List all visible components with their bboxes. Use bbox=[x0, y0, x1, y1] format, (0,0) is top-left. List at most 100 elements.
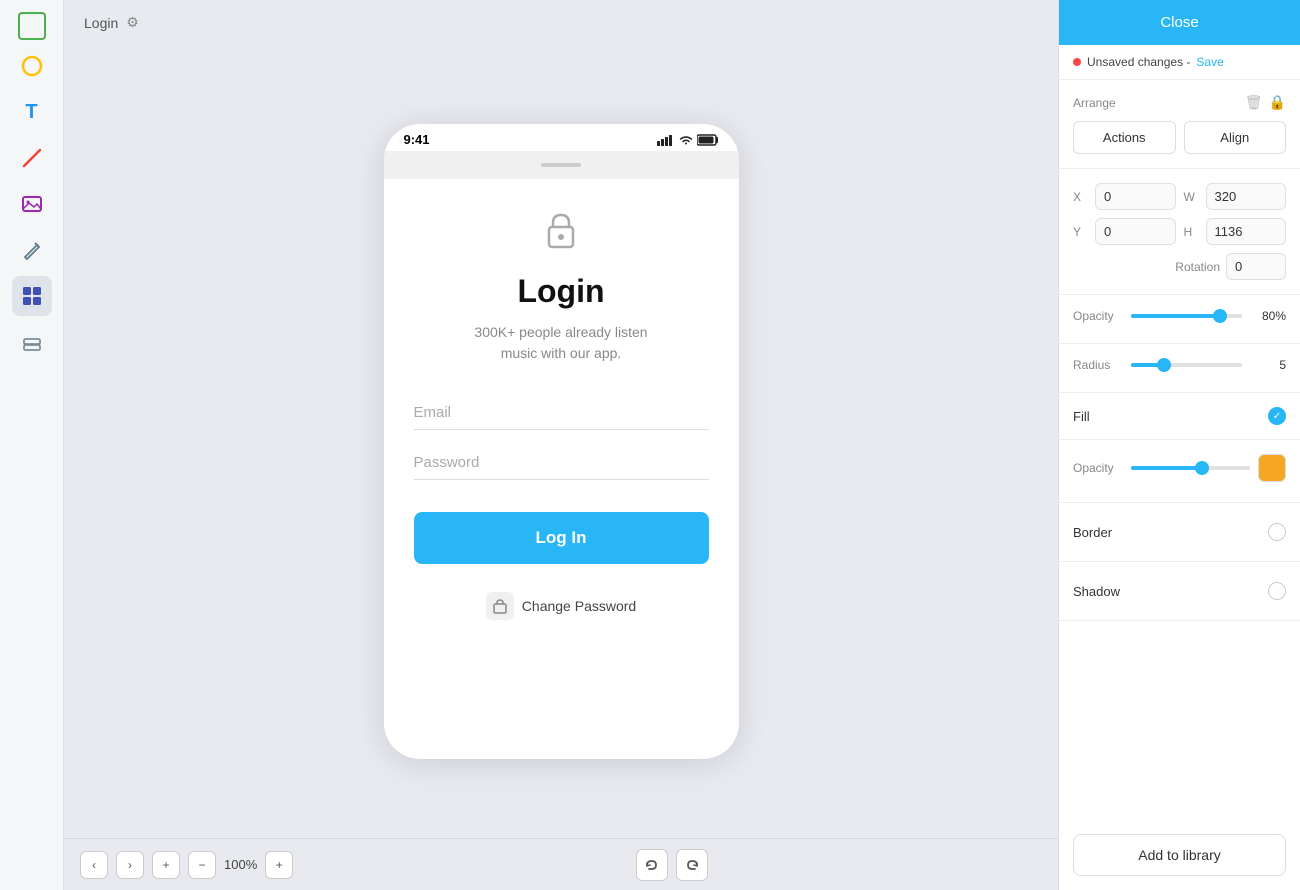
arrange-section: Arrange 🗑 🔒 Actions Align bbox=[1059, 80, 1300, 169]
canvas-title: Login bbox=[84, 15, 118, 31]
phone-status-icons bbox=[657, 134, 719, 146]
actions-button[interactable]: Actions bbox=[1073, 121, 1176, 154]
h-input[interactable] bbox=[1206, 218, 1287, 245]
zoom-value: 100% bbox=[224, 857, 257, 872]
phone-notch bbox=[384, 151, 739, 179]
opacity-slider-fill bbox=[1131, 314, 1220, 318]
change-password-icon bbox=[486, 592, 514, 620]
h-label: H bbox=[1184, 225, 1200, 239]
arrange-label: Arrange 🗑 🔒 bbox=[1073, 94, 1286, 111]
login-subtitle: 300K+ people already listenmusic with ou… bbox=[474, 322, 647, 364]
fill-opacity-slider-thumb[interactable] bbox=[1195, 461, 1209, 475]
line-tool[interactable] bbox=[12, 138, 52, 178]
zoom-display: − 100% + bbox=[188, 851, 293, 879]
fill-toggle[interactable]: ✓ bbox=[1268, 407, 1286, 425]
fill-opacity-row: Opacity bbox=[1073, 454, 1286, 482]
shadow-row: Shadow bbox=[1073, 576, 1286, 606]
w-label: W bbox=[1184, 190, 1200, 204]
border-label: Border bbox=[1073, 525, 1112, 540]
w-input[interactable] bbox=[1206, 183, 1287, 210]
unsaved-indicator bbox=[1073, 58, 1081, 66]
right-panel: Close Unsaved changes - Save Arrange 🗑 🔒… bbox=[1058, 0, 1300, 890]
components-tool[interactable] bbox=[12, 276, 52, 316]
layers-tool[interactable] bbox=[12, 322, 52, 362]
zoom-out-button[interactable]: − bbox=[188, 851, 216, 879]
redo-button[interactable] bbox=[676, 849, 708, 881]
radius-slider-track[interactable] bbox=[1131, 363, 1242, 367]
notch-handle bbox=[541, 163, 581, 167]
w-coord: W bbox=[1184, 183, 1287, 210]
coords-grid: X W Y H bbox=[1073, 183, 1286, 245]
actions-align-row: Actions Align bbox=[1073, 121, 1286, 154]
canvas-content: 9:41 bbox=[64, 45, 1058, 838]
radius-row: Radius 5 bbox=[1073, 358, 1286, 372]
radius-section: Radius 5 bbox=[1059, 344, 1300, 393]
rotation-label: Rotation bbox=[1175, 260, 1220, 274]
unsaved-text: Unsaved changes - bbox=[1087, 55, 1190, 69]
radius-label: Radius bbox=[1073, 358, 1123, 372]
shadow-label: Shadow bbox=[1073, 584, 1120, 599]
fill-opacity-slider-track[interactable] bbox=[1131, 466, 1250, 470]
change-password-row[interactable]: Change Password bbox=[486, 592, 636, 620]
rectangle-tool[interactable] bbox=[18, 12, 46, 40]
phone-status-bar: 9:41 bbox=[384, 124, 739, 151]
opacity-section: Opacity 80% bbox=[1059, 295, 1300, 344]
signal-icon bbox=[657, 134, 675, 146]
y-input[interactable] bbox=[1095, 218, 1176, 245]
fill-color-swatch[interactable] bbox=[1258, 454, 1286, 482]
canvas-area: Login ⚙ 9:41 bbox=[64, 0, 1058, 890]
canvas-footer: ‹ › + − 100% + bbox=[64, 838, 1058, 890]
zoom-in-button[interactable]: + bbox=[265, 851, 293, 879]
login-title: Login bbox=[517, 273, 604, 310]
opacity-slider-track[interactable] bbox=[1131, 314, 1242, 318]
opacity-slider-thumb[interactable] bbox=[1213, 309, 1227, 323]
align-button[interactable]: Align bbox=[1184, 121, 1287, 154]
fill-header-row: Fill ✓ bbox=[1073, 407, 1286, 425]
text-tool[interactable]: T bbox=[12, 92, 52, 132]
login-button[interactable]: Log In bbox=[414, 512, 709, 564]
prev-button[interactable]: ‹ bbox=[80, 851, 108, 879]
shadow-section: Shadow bbox=[1059, 562, 1300, 621]
undo-button[interactable] bbox=[636, 849, 668, 881]
y-coord: Y bbox=[1073, 218, 1176, 245]
opacity-row: Opacity 80% bbox=[1073, 309, 1286, 323]
add-page-button[interactable]: + bbox=[152, 851, 180, 879]
password-input[interactable] bbox=[414, 446, 709, 480]
save-link[interactable]: Save bbox=[1196, 55, 1223, 69]
border-section: Border bbox=[1059, 503, 1300, 562]
radius-slider-thumb[interactable] bbox=[1157, 358, 1171, 372]
fill-label: Fill bbox=[1073, 409, 1090, 424]
arrange-icons: 🗑 🔒 bbox=[1245, 94, 1286, 111]
left-toolbar: T bbox=[0, 0, 64, 890]
unsaved-bar: Unsaved changes - Save bbox=[1059, 45, 1300, 80]
canvas-settings-icon[interactable]: ⚙ bbox=[126, 14, 139, 31]
battery-icon bbox=[697, 134, 719, 146]
opacity-label: Opacity bbox=[1073, 309, 1123, 323]
shadow-toggle[interactable] bbox=[1268, 582, 1286, 600]
email-input[interactable] bbox=[414, 396, 709, 430]
fill-opacity-label: Opacity bbox=[1073, 461, 1123, 475]
border-toggle[interactable] bbox=[1268, 523, 1286, 541]
border-row: Border bbox=[1073, 517, 1286, 547]
y-label: Y bbox=[1073, 225, 1089, 239]
footer-center bbox=[301, 849, 1042, 881]
wifi-icon bbox=[679, 134, 693, 146]
phone-time: 9:41 bbox=[404, 132, 430, 147]
lock-icon[interactable]: 🔒 bbox=[1269, 94, 1286, 111]
opacity-value: 80% bbox=[1250, 309, 1286, 323]
image-tool[interactable] bbox=[12, 184, 52, 224]
fill-opacity-slider-fill bbox=[1131, 466, 1202, 470]
close-button[interactable]: Close bbox=[1059, 0, 1300, 45]
pen-tool[interactable] bbox=[12, 230, 52, 270]
canvas-header: Login ⚙ bbox=[64, 0, 1058, 45]
x-input[interactable] bbox=[1095, 183, 1176, 210]
rotation-input[interactable] bbox=[1226, 253, 1286, 280]
add-to-library-button[interactable]: Add to library bbox=[1073, 834, 1286, 876]
rotation-row: Rotation bbox=[1073, 253, 1286, 280]
next-button[interactable]: › bbox=[116, 851, 144, 879]
delete-icon[interactable]: 🗑 bbox=[1245, 94, 1263, 111]
circle-tool[interactable] bbox=[12, 46, 52, 86]
phone-body: Login 300K+ people already listenmusic w… bbox=[384, 179, 739, 759]
x-coord: X bbox=[1073, 183, 1176, 210]
radius-value: 5 bbox=[1250, 358, 1286, 372]
